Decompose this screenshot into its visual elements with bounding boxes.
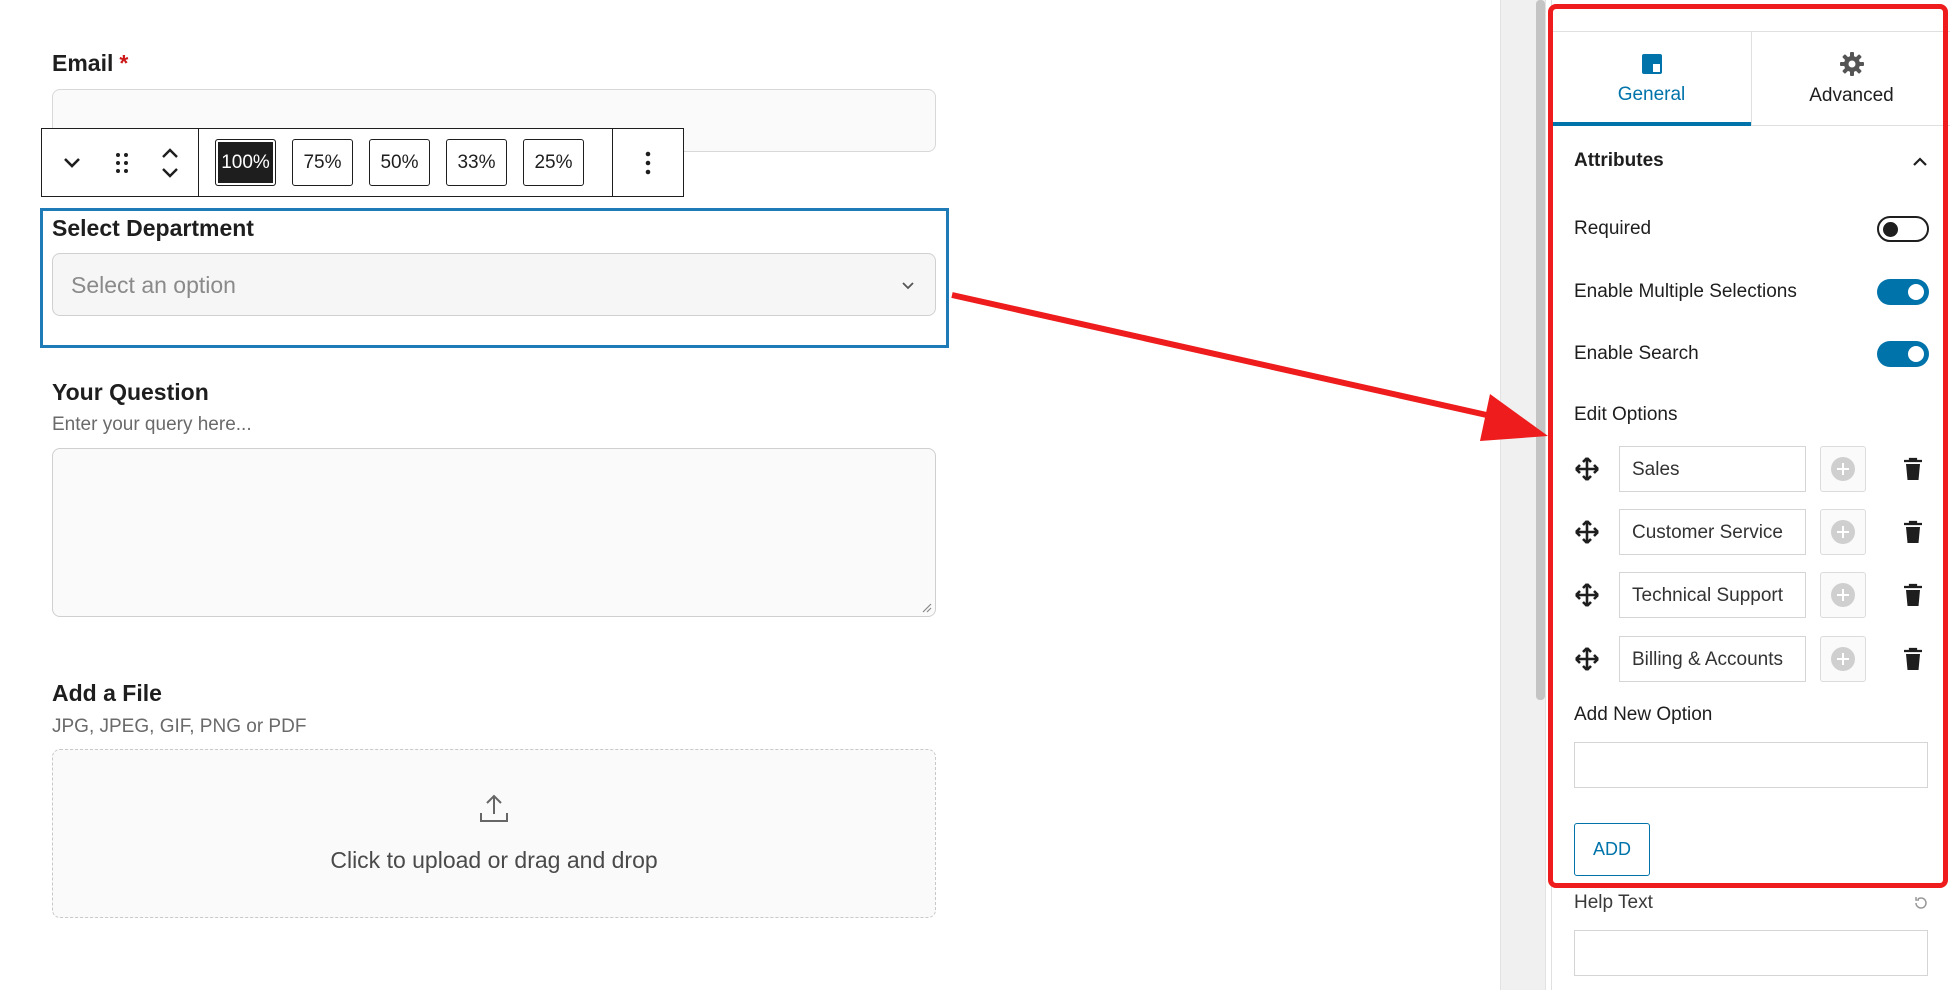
enable-search-toggle[interactable] bbox=[1877, 341, 1929, 367]
reset-icon[interactable] bbox=[1913, 895, 1929, 911]
email-label: Email * bbox=[52, 50, 128, 77]
option-input[interactable]: Customer Service bbox=[1619, 509, 1806, 555]
enable-search-label: Enable Search bbox=[1574, 343, 1699, 364]
sidebar-header-strip bbox=[1552, 0, 1950, 32]
enable-search-row: Enable Search bbox=[1574, 341, 1929, 367]
drag-handle[interactable] bbox=[107, 129, 137, 196]
new-option-input[interactable] bbox=[1574, 742, 1928, 788]
help-text-input[interactable] bbox=[1574, 930, 1928, 976]
add-option-after-button[interactable] bbox=[1820, 509, 1866, 555]
required-toggle[interactable] bbox=[1877, 216, 1929, 242]
upload-instructions: Click to upload or drag and drop bbox=[330, 847, 658, 873]
toolbar-move-group bbox=[42, 129, 199, 196]
width-33-button[interactable]: 33% bbox=[446, 139, 507, 186]
add-option-after-button[interactable] bbox=[1820, 572, 1866, 618]
move-icon[interactable] bbox=[1574, 582, 1600, 608]
option-row: Customer Service bbox=[1574, 509, 1934, 555]
question-help: Enter your query here... bbox=[52, 414, 252, 435]
plus-circle-icon bbox=[1831, 583, 1855, 607]
help-text-row: Help Text bbox=[1574, 892, 1929, 914]
tab-advanced[interactable]: Advanced bbox=[1751, 32, 1950, 125]
editor-scrollbar-thumb[interactable] bbox=[1536, 0, 1545, 700]
move-up-down-button[interactable] bbox=[152, 129, 188, 196]
help-text-label: Help Text bbox=[1574, 892, 1653, 913]
option-input[interactable]: Sales bbox=[1619, 446, 1806, 492]
department-placeholder: Select an option bbox=[71, 272, 236, 298]
width-75-button[interactable]: 75% bbox=[292, 139, 353, 186]
multiple-selections-row: Enable Multiple Selections bbox=[1574, 279, 1929, 305]
option-input[interactable]: Technical Support bbox=[1619, 572, 1806, 618]
multiple-selections-label: Enable Multiple Selections bbox=[1574, 281, 1797, 302]
trash-icon[interactable] bbox=[1902, 647, 1924, 671]
required-asterisk: * bbox=[119, 50, 129, 76]
move-icon[interactable] bbox=[1574, 646, 1600, 672]
chevron-down-icon bbox=[162, 167, 178, 178]
file-upload-dropzone[interactable]: Click to upload or drag and drop bbox=[52, 749, 936, 918]
upload-icon bbox=[480, 794, 508, 822]
toolbar-options-group bbox=[613, 129, 683, 196]
department-select[interactable]: Select an option bbox=[52, 253, 936, 316]
add-new-option-heading: Add New Option bbox=[1574, 704, 1929, 726]
email-label-text: Email bbox=[52, 50, 114, 76]
add-option-button[interactable]: ADD bbox=[1574, 823, 1650, 876]
tab-general[interactable]: General bbox=[1552, 32, 1751, 126]
question-textarea[interactable] bbox=[52, 448, 936, 617]
plus-circle-icon bbox=[1831, 457, 1855, 481]
required-row: Required bbox=[1574, 216, 1929, 242]
add-option-after-button[interactable] bbox=[1820, 446, 1866, 492]
width-options-group: 100% 75% 50% 33% 25% bbox=[199, 129, 613, 196]
edit-options-label: Edit Options bbox=[1574, 404, 1678, 425]
attributes-panel-header[interactable]: Attributes bbox=[1574, 150, 1929, 172]
add-option-after-button[interactable] bbox=[1820, 636, 1866, 682]
toggle-knob bbox=[1908, 284, 1924, 300]
trash-icon[interactable] bbox=[1902, 457, 1924, 481]
plus-circle-icon bbox=[1831, 520, 1855, 544]
toggle-knob bbox=[1883, 222, 1898, 237]
drag-handle-icon bbox=[116, 152, 128, 173]
option-input[interactable]: Billing & Accounts bbox=[1619, 636, 1806, 682]
settings-sidebar: General Advanced Attributes Required Ena… bbox=[1551, 0, 1950, 990]
gear-icon bbox=[1839, 51, 1864, 76]
more-options-button[interactable] bbox=[613, 129, 683, 196]
chevron-down-icon bbox=[64, 157, 80, 168]
question-label: Your Question bbox=[52, 379, 209, 405]
more-vertical-icon bbox=[645, 151, 651, 174]
file-help: JPG, JPEG, GIF, PNG or PDF bbox=[52, 716, 307, 737]
option-row: Billing & Accounts bbox=[1574, 636, 1934, 682]
move-icon[interactable] bbox=[1574, 456, 1600, 482]
add-new-option-label: Add New Option bbox=[1574, 704, 1713, 725]
multiple-selections-toggle[interactable] bbox=[1877, 279, 1929, 305]
chevron-down-icon bbox=[902, 282, 914, 290]
resize-handle-icon[interactable] bbox=[920, 601, 932, 613]
chevron-up-icon bbox=[1913, 157, 1927, 166]
plus-circle-icon bbox=[1831, 647, 1855, 671]
width-50-button[interactable]: 50% bbox=[369, 139, 430, 186]
sidebar-tabs: General Advanced bbox=[1552, 32, 1950, 126]
toggle-knob bbox=[1908, 346, 1924, 362]
chevron-up-icon bbox=[162, 147, 178, 158]
file-label: Add a File bbox=[52, 680, 162, 706]
required-label: Required bbox=[1574, 218, 1652, 239]
editor-screen: Email * 100% 75% 50% 33% 25% Select Depa… bbox=[0, 0, 1950, 990]
block-toolbar: 100% 75% 50% 33% 25% bbox=[41, 128, 684, 197]
width-25-button[interactable]: 25% bbox=[523, 139, 584, 186]
tab-general-label: General bbox=[1617, 83, 1686, 105]
trash-icon[interactable] bbox=[1902, 583, 1924, 607]
department-label: Select Department bbox=[52, 215, 254, 241]
option-row: Sales bbox=[1574, 446, 1934, 492]
move-icon[interactable] bbox=[1574, 519, 1600, 545]
attributes-title: Attributes bbox=[1574, 150, 1664, 171]
block-layout-icon bbox=[1641, 53, 1662, 74]
edit-options-heading: Edit Options bbox=[1574, 404, 1929, 426]
collapse-chevron-button[interactable] bbox=[52, 129, 92, 196]
width-100-button[interactable]: 100% bbox=[215, 139, 276, 186]
option-row: Technical Support bbox=[1574, 572, 1934, 618]
tab-advanced-label: Advanced bbox=[1809, 84, 1894, 106]
trash-icon[interactable] bbox=[1902, 520, 1924, 544]
